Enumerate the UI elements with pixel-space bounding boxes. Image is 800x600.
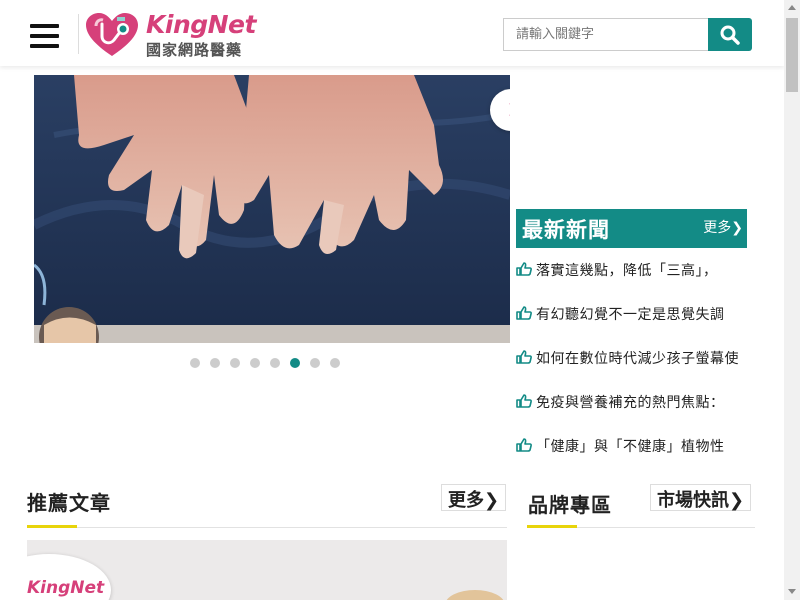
logo-text-zh: 國家網路醫藥	[146, 41, 243, 59]
slider-dot[interactable]	[330, 358, 340, 368]
news-item-title: 有幻聽幻覺不一定是思覺失調	[536, 307, 725, 323]
site-header: KingNet 國家網路醫藥	[0, 0, 784, 66]
page-scrollbar[interactable]	[784, 0, 800, 600]
news-item-title: 如何在數位時代減少孩子螢幕使	[536, 351, 739, 367]
slider-dot[interactable]	[270, 358, 280, 368]
latest-news-title: 最新新聞	[522, 218, 610, 242]
scrollbar-thumb[interactable]	[786, 18, 798, 92]
scroll-down-arrow-icon[interactable]	[784, 584, 800, 600]
recommended-articles-title: 推薦文章	[27, 491, 111, 515]
thumbs-up-pointing-icon	[516, 306, 532, 320]
hamburger-menu-icon[interactable]	[30, 24, 59, 49]
card-logo-badge: KingNet 醫藥	[27, 554, 111, 600]
brand-zone-title: 品牌專區	[528, 493, 612, 517]
page: KingNet 國家網路醫藥 請輸入關鍵字 最新新聞 更多❯ 落實這幾點，降低「…	[0, 0, 800, 600]
search-input[interactable]	[503, 18, 709, 51]
heart-stethoscope-logo-icon	[86, 13, 138, 56]
thumbs-up-pointing-icon	[516, 394, 532, 408]
logo-text-en: KingNet	[146, 10, 256, 39]
recommended-divider	[27, 527, 507, 528]
slider-pagination	[190, 358, 340, 368]
news-list-item[interactable]: 有幻聽幻覺不一定是思覺失調	[516, 299, 747, 343]
slider-dot[interactable]	[230, 358, 240, 368]
slider-dot[interactable]	[310, 358, 320, 368]
header-divider	[78, 14, 79, 54]
news-item-title: 免疫與營養補充的熱門焦點：	[536, 395, 725, 411]
recommended-more-button[interactable]: 更多❯	[441, 484, 507, 511]
scroll-up-arrow-icon[interactable]	[784, 0, 800, 16]
slider-dot-active[interactable]	[290, 358, 300, 368]
news-list-item[interactable]: 免疫與營養補充的熱門焦點：	[516, 387, 747, 431]
recommended-accent-bar	[27, 525, 77, 528]
news-item-title: 落實這幾點，降低「三高」，	[536, 263, 718, 279]
hero-slide-image[interactable]	[34, 75, 510, 343]
news-list-item[interactable]: 如何在數位時代減少孩子螢幕使	[516, 343, 747, 387]
latest-news-list: 落實這幾點，降低「三高」， 有幻聽幻覺不一定是思覺失調 如何在數位時代減少孩子螢…	[516, 255, 747, 475]
news-list-item[interactable]: 「健康」與「不健康」植物性	[516, 431, 747, 475]
thumbs-up-pointing-icon	[516, 350, 532, 364]
card-photo-person	[445, 590, 505, 600]
slider-dot[interactable]	[210, 358, 220, 368]
latest-news-header: 最新新聞 更多❯	[516, 209, 747, 248]
search-button[interactable]	[708, 18, 752, 51]
recommended-article-card[interactable]: KingNet 醫藥	[27, 540, 507, 600]
market-news-button[interactable]: 市場快訊❯	[650, 484, 752, 511]
hero-side-cover	[510, 75, 540, 205]
news-list-item[interactable]: 落實這幾點，降低「三高」，	[516, 255, 747, 299]
slider-dot[interactable]	[190, 358, 200, 368]
latest-news-more-link[interactable]: 更多❯	[703, 217, 743, 237]
thumbs-up-pointing-icon	[516, 262, 532, 276]
slider-dot[interactable]	[250, 358, 260, 368]
card-badge-text-en: KingNet	[27, 578, 105, 598]
thumbs-up-pointing-icon	[516, 438, 532, 452]
search-icon	[720, 25, 740, 45]
news-item-title: 「健康」與「不健康」植物性	[536, 439, 725, 455]
site-logo[interactable]: KingNet 國家網路醫藥	[84, 10, 256, 59]
photo-hands-on-knees-icon	[34, 75, 510, 343]
brand-accent-bar	[527, 525, 577, 528]
